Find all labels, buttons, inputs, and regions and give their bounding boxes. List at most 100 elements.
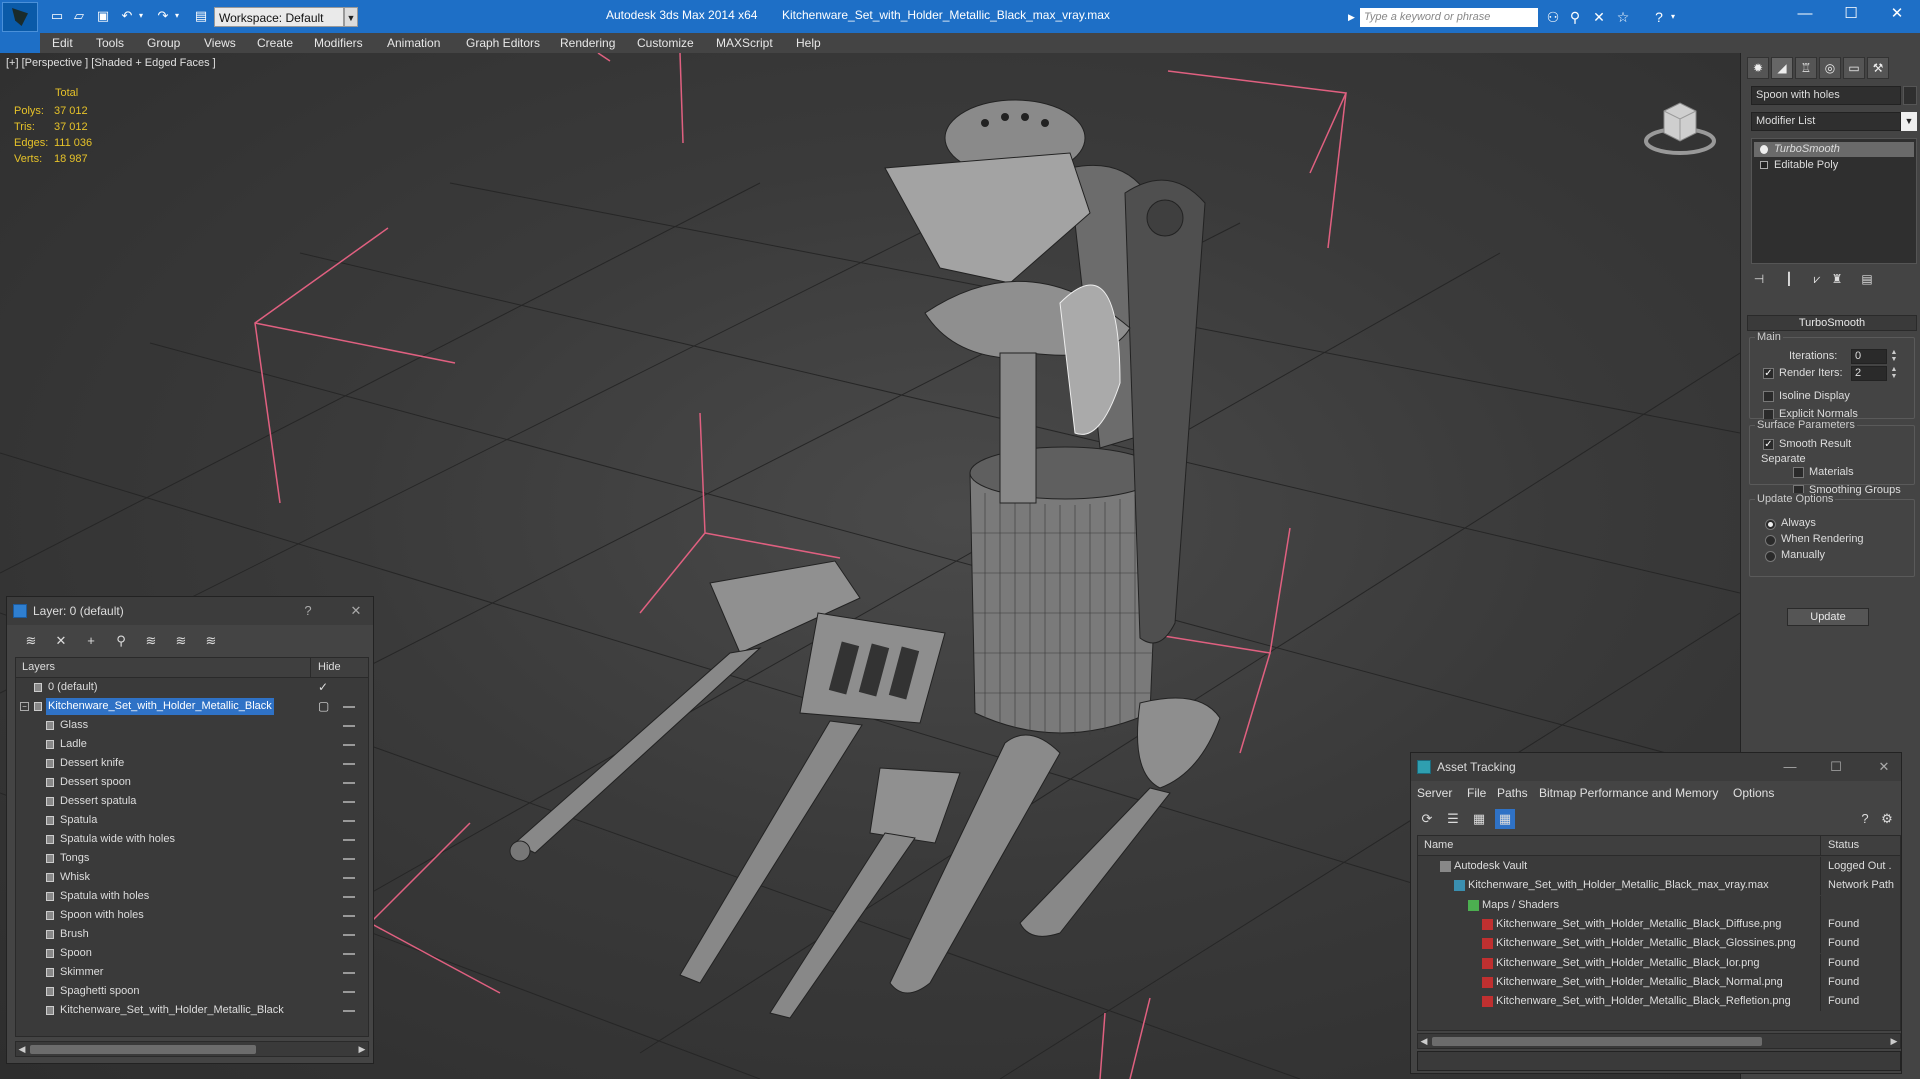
motion-tab-icon[interactable]: ◎ — [1819, 57, 1841, 79]
highlight-selected-icon[interactable]: ≋ — [141, 631, 161, 651]
close-icon[interactable]: ✕ — [347, 604, 365, 620]
make-current-icon[interactable]: ▢ — [318, 697, 329, 716]
hide-toggle[interactable] — [343, 839, 355, 841]
configure-modifier-sets-icon[interactable]: ▤ — [1857, 272, 1877, 290]
subscription-icon[interactable]: ⚲ — [1566, 8, 1584, 26]
render-iters-checkbox[interactable]: ✓ — [1763, 368, 1774, 379]
hide-toggle[interactable] — [343, 763, 355, 765]
menu-animation[interactable]: Animation — [387, 36, 440, 50]
freeze-all-icon[interactable]: ≋ — [201, 631, 221, 651]
menu-create[interactable]: Create — [257, 36, 293, 50]
spinner-arrows-icon[interactable]: ▲ ▼ — [1889, 366, 1899, 381]
collapse-icon[interactable]: − — [20, 702, 29, 711]
binoculars-icon[interactable]: ⚇ — [1544, 8, 1562, 26]
always-radio[interactable] — [1765, 519, 1776, 530]
asset-path-field[interactable] — [1417, 1051, 1901, 1071]
object-name-field[interactable]: Spoon with holes — [1751, 86, 1901, 105]
show-end-result-icon[interactable]: ┃ — [1779, 272, 1799, 290]
project-folder-icon[interactable]: ▤ — [192, 8, 210, 24]
scroll-right-icon[interactable]: ▶ — [1888, 1034, 1900, 1048]
menu-group[interactable]: Group — [147, 36, 180, 50]
object-row[interactable]: Dessert knife — [16, 754, 368, 773]
help-icon[interactable]: ? — [299, 604, 317, 620]
object-row[interactable]: Whisk — [16, 868, 368, 887]
asset-menu-bitmap-performance[interactable]: Bitmap Performance and Memory — [1539, 786, 1718, 800]
utilities-tab-icon[interactable]: ⚒ — [1867, 57, 1889, 79]
display-tab-icon[interactable]: ▭ — [1843, 57, 1865, 79]
create-layer-icon[interactable]: ≋ — [21, 631, 41, 651]
menu-customize[interactable]: Customize — [637, 36, 694, 50]
menu-help[interactable]: Help — [796, 36, 821, 50]
hide-toggle[interactable] — [343, 915, 355, 917]
asset-row-max-file[interactable]: Kitchenware_Set_with_Holder_Metallic_Bla… — [1418, 876, 1900, 896]
minimize-icon[interactable]: — — [1781, 760, 1799, 776]
asset-menu-file[interactable]: File — [1467, 786, 1486, 800]
hide-toggle[interactable] — [343, 744, 355, 746]
hide-toggle[interactable] — [343, 896, 355, 898]
maximize-icon[interactable]: ☐ — [1828, 0, 1874, 30]
smooth-result-checkbox[interactable]: ✓ — [1763, 439, 1774, 450]
asset-menu-server[interactable]: Server — [1417, 786, 1452, 800]
search-expand-icon[interactable]: ▶ — [1348, 8, 1360, 27]
object-color-swatch[interactable] — [1903, 86, 1917, 105]
materials-checkbox[interactable] — [1793, 467, 1804, 478]
menu-tools[interactable]: Tools — [96, 36, 124, 50]
col-name[interactable]: Name — [1424, 839, 1453, 851]
app-logo-icon[interactable] — [2, 2, 38, 32]
isoline-display-checkbox[interactable] — [1763, 391, 1774, 402]
help-icon[interactable]: ? — [1855, 809, 1875, 829]
chevron-down-icon[interactable]: ▼ — [1901, 112, 1917, 131]
workspace-dropdown[interactable]: Workspace: Default — [214, 7, 344, 27]
hide-toggle[interactable] — [343, 820, 355, 822]
hide-toggle[interactable] — [343, 877, 355, 879]
asset-menu-paths[interactable]: Paths — [1497, 786, 1528, 800]
col-layers[interactable]: Layers — [22, 661, 55, 673]
layer-row-kitchenware[interactable]: − Kitchenware_Set_with_Holder_Metallic_Bl… — [16, 697, 368, 716]
hide-all-icon[interactable]: ≋ — [171, 631, 191, 651]
hide-toggle[interactable] — [343, 858, 355, 860]
layer-hscrollbar[interactable]: ◀ ▶ — [15, 1041, 369, 1057]
hide-toggle[interactable] — [343, 782, 355, 784]
stack-item-editable-poly[interactable]: Editable Poly — [1754, 158, 1914, 173]
asset-row-texture[interactable]: Kitchenware_Set_with_Holder_Metallic_Bla… — [1418, 972, 1900, 992]
object-row[interactable]: Spatula wide with holes — [16, 830, 368, 849]
active-layer-check-icon[interactable]: ✓ — [318, 678, 328, 697]
communication-center-icon[interactable]: ✕ — [1590, 8, 1608, 26]
close-icon[interactable]: ✕ — [1874, 0, 1920, 30]
object-row[interactable]: Spaghetti spoon — [16, 982, 368, 1001]
search-input[interactable]: Type a keyword or phrase — [1360, 8, 1538, 27]
modify-tab-icon[interactable]: ◢ — [1771, 57, 1793, 79]
hide-toggle[interactable] — [343, 1010, 355, 1012]
menu-modifiers[interactable]: Modifiers — [314, 36, 363, 50]
add-to-layer-icon[interactable]: + — [81, 631, 101, 651]
asset-row-texture[interactable]: Kitchenware_Set_with_Holder_Metallic_Bla… — [1418, 992, 1900, 1012]
object-row[interactable]: Skimmer — [16, 963, 368, 982]
help-dropdown-icon[interactable]: ▾ — [1668, 8, 1678, 26]
pin-icon[interactable]: ⚙ — [1877, 809, 1897, 829]
turbosmooth-rollout-header[interactable]: TurboSmooth — [1747, 315, 1917, 331]
menu-views[interactable]: Views — [204, 36, 236, 50]
scroll-right-icon[interactable]: ▶ — [356, 1042, 368, 1056]
object-row[interactable]: Spoon — [16, 944, 368, 963]
update-button[interactable]: Update — [1787, 608, 1869, 626]
chevron-down-icon[interactable]: ▼ — [344, 7, 358, 27]
asset-row-texture[interactable]: Kitchenware_Set_with_Holder_Metallic_Bla… — [1418, 914, 1900, 934]
new-file-icon[interactable]: ▭ — [48, 8, 66, 24]
asset-row-texture[interactable]: Kitchenware_Set_with_Holder_Metallic_Bla… — [1418, 953, 1900, 973]
hide-toggle[interactable] — [343, 972, 355, 974]
undo-icon[interactable]: ↶ — [118, 8, 136, 24]
viewcube-icon[interactable] — [1640, 83, 1720, 163]
redo-icon[interactable]: ↷ — [154, 8, 172, 24]
object-row[interactable]: Ladle — [16, 735, 368, 754]
object-row[interactable]: Spatula with holes — [16, 887, 368, 906]
save-icon[interactable]: ▣ — [94, 8, 112, 24]
iterations-spinner[interactable]: 0 — [1851, 349, 1887, 364]
select-objects-icon[interactable]: ⚲ — [111, 631, 131, 651]
asset-hscrollbar[interactable]: ◀ ▶ — [1417, 1033, 1901, 1049]
delete-layer-icon[interactable]: ✕ — [51, 631, 71, 651]
menu-edit[interactable]: Edit — [52, 36, 73, 50]
stack-item-turbosmooth[interactable]: TurboSmooth — [1754, 142, 1914, 157]
menu-graph-editors[interactable]: Graph Editors — [466, 36, 540, 50]
list-view-icon[interactable]: ☰ — [1443, 809, 1463, 829]
hide-toggle[interactable] — [343, 991, 355, 993]
